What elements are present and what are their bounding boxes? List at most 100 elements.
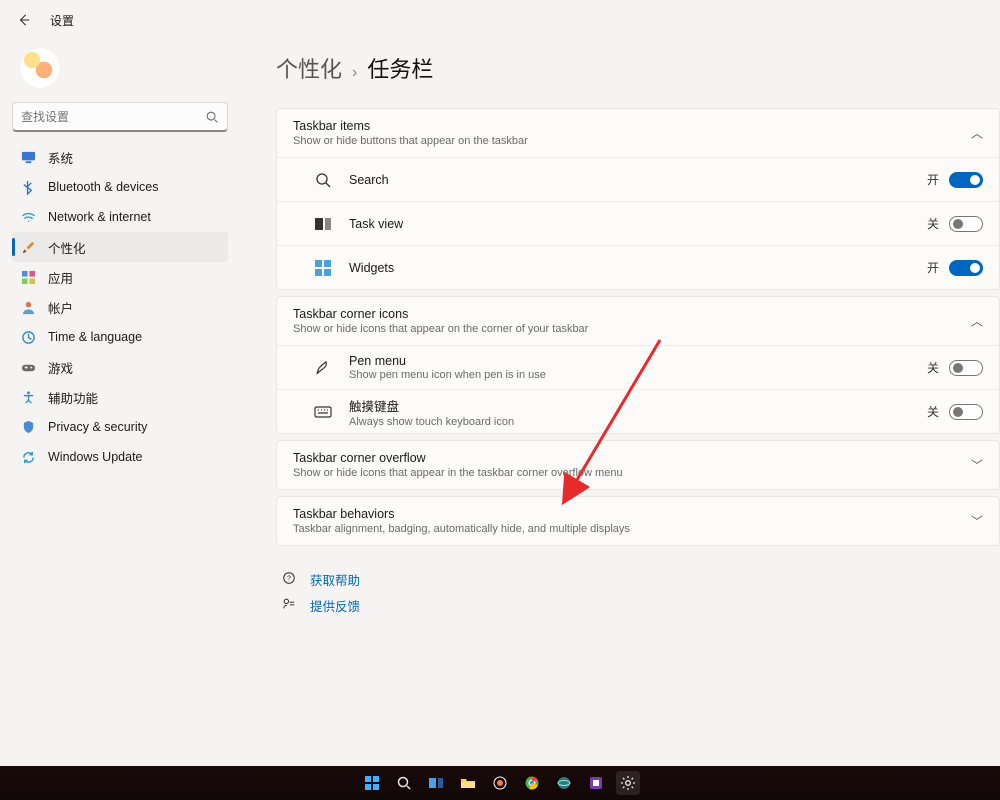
search-box[interactable] [12,102,228,132]
toggle-search[interactable] [949,172,983,188]
group-desc: Show or hide icons that appear in the ta… [293,467,983,479]
nav-item-label: Bluetooth & devices [48,180,159,194]
svg-text:?: ? [287,575,291,582]
nav-item-label: Privacy & security [48,420,147,434]
group-title: Taskbar behaviors [293,507,983,521]
taskbar [0,766,1000,800]
nav-item-label: Network & internet [48,210,151,224]
nav-item-time[interactable]: Time & language [12,322,228,352]
nav-item-label: 应用 [48,268,73,287]
search-icon [205,110,219,124]
toggle-state-label: 关 [927,215,939,232]
get-help-link[interactable]: ? 获取帮助 [282,566,1000,592]
help-icon: ? [282,571,298,588]
nav-item-label: Time & language [48,330,142,344]
toggle-state-label: 关 [927,403,939,420]
nav-item-label: 帐户 [48,298,73,317]
group-title: Taskbar items [293,119,983,133]
account-icon [20,299,36,315]
chevron-up-icon: ︿ [971,313,983,330]
taskbar-settings-button[interactable] [616,771,640,795]
toggle-state-label: 开 [927,259,939,276]
setting-title: Search [349,173,927,187]
access-icon [20,389,36,405]
toggle-state-label: 关 [927,359,939,376]
game-icon [20,359,36,375]
toggle-widgets[interactable] [949,260,983,276]
nav-item-wifi[interactable]: Network & internet [12,202,228,232]
widgets-icon [313,258,333,278]
setting-title: 触摸键盘 [349,396,927,415]
group-header-1[interactable]: Taskbar corner icons Show or hide icons … [277,297,999,345]
group-title: Taskbar corner overflow [293,451,983,465]
breadcrumb-current: 任务栏 [367,52,433,84]
group-desc: Show or hide buttons that appear on the … [293,135,983,147]
nav-item-game[interactable]: 游戏 [12,352,228,382]
toggle-keyboard[interactable] [949,404,983,420]
search-input[interactable] [21,110,205,124]
setting-title: Widgets [349,261,927,275]
update-icon [20,449,36,465]
nav-item-account[interactable]: 帐户 [12,292,228,322]
setting-title: Pen menu [349,354,927,368]
keyboard-icon [313,402,333,422]
nav-item-monitor[interactable]: 系统 [12,142,228,172]
back-button[interactable] [14,10,34,30]
taskbar-chrome-button[interactable] [520,771,544,795]
group-header-3[interactable]: Taskbar behaviors Taskbar alignment, bad… [277,497,999,545]
nav-item-shield[interactable]: Privacy & security [12,412,228,442]
chevron-right-icon: › [352,64,357,82]
monitor-icon [20,149,36,165]
group-header-2[interactable]: Taskbar corner overflow Show or hide ico… [277,441,999,489]
breadcrumb-parent[interactable]: 个性化 [276,52,342,84]
taskbar-app-1[interactable] [488,771,512,795]
give-feedback-link[interactable]: 提供反馈 [282,592,1000,618]
taskview-icon [313,214,333,234]
setting-row-keyboard: 触摸键盘 Always show touch keyboard icon 关 [277,389,999,433]
setting-desc: Show pen menu icon when pen is in use [349,369,927,381]
taskbar-explorer-button[interactable] [456,771,480,795]
nav-item-access[interactable]: 辅助功能 [12,382,228,412]
toggle-state-label: 开 [927,171,939,188]
setting-row-taskview: Task view 关 [277,201,999,245]
taskbar-taskview-button[interactable] [424,771,448,795]
taskbar-app-2[interactable] [552,771,576,795]
chevron-down-icon: ﹀ [971,513,983,530]
chevron-down-icon: ﹀ [971,457,983,474]
group-title: Taskbar corner icons [293,307,983,321]
shield-icon [20,419,36,435]
nav-item-apps[interactable]: 应用 [12,262,228,292]
nav-item-label: 辅助功能 [48,388,98,407]
group-desc: Taskbar alignment, badging, automaticall… [293,523,983,535]
search-icon [313,170,333,190]
setting-row-pen: Pen menu Show pen menu icon when pen is … [277,345,999,389]
pen-icon [313,358,333,378]
time-icon [20,329,36,345]
nav-item-bluetooth[interactable]: Bluetooth & devices [12,172,228,202]
give-feedback-label: 提供反馈 [310,596,360,615]
user-avatar[interactable] [20,48,60,88]
apps-icon [20,269,36,285]
setting-row-widgets: Widgets 开 [277,245,999,289]
nav-item-label: 游戏 [48,358,73,377]
nav-item-label: 系统 [48,148,73,167]
breadcrumb: 个性化 › 任务栏 [276,52,1000,84]
nav-item-label: Windows Update [48,450,143,464]
bluetooth-icon [20,179,36,195]
group-header-0[interactable]: Taskbar items Show or hide buttons that … [277,109,999,157]
nav-item-update[interactable]: Windows Update [12,442,228,472]
setting-row-search: Search 开 [277,157,999,201]
brush-icon [20,239,36,255]
toggle-taskview[interactable] [949,216,983,232]
get-help-label: 获取帮助 [310,570,360,589]
setting-desc: Always show touch keyboard icon [349,416,927,428]
arrow-left-icon [17,13,31,27]
taskbar-search-button[interactable] [392,771,416,795]
group-desc: Show or hide icons that appear on the co… [293,323,983,335]
nav-item-brush[interactable]: 个性化 [12,232,228,262]
feedback-icon [282,597,298,614]
taskbar-app-3[interactable] [584,771,608,795]
start-button[interactable] [360,771,384,795]
chevron-up-icon: ︿ [971,125,983,142]
toggle-pen[interactable] [949,360,983,376]
